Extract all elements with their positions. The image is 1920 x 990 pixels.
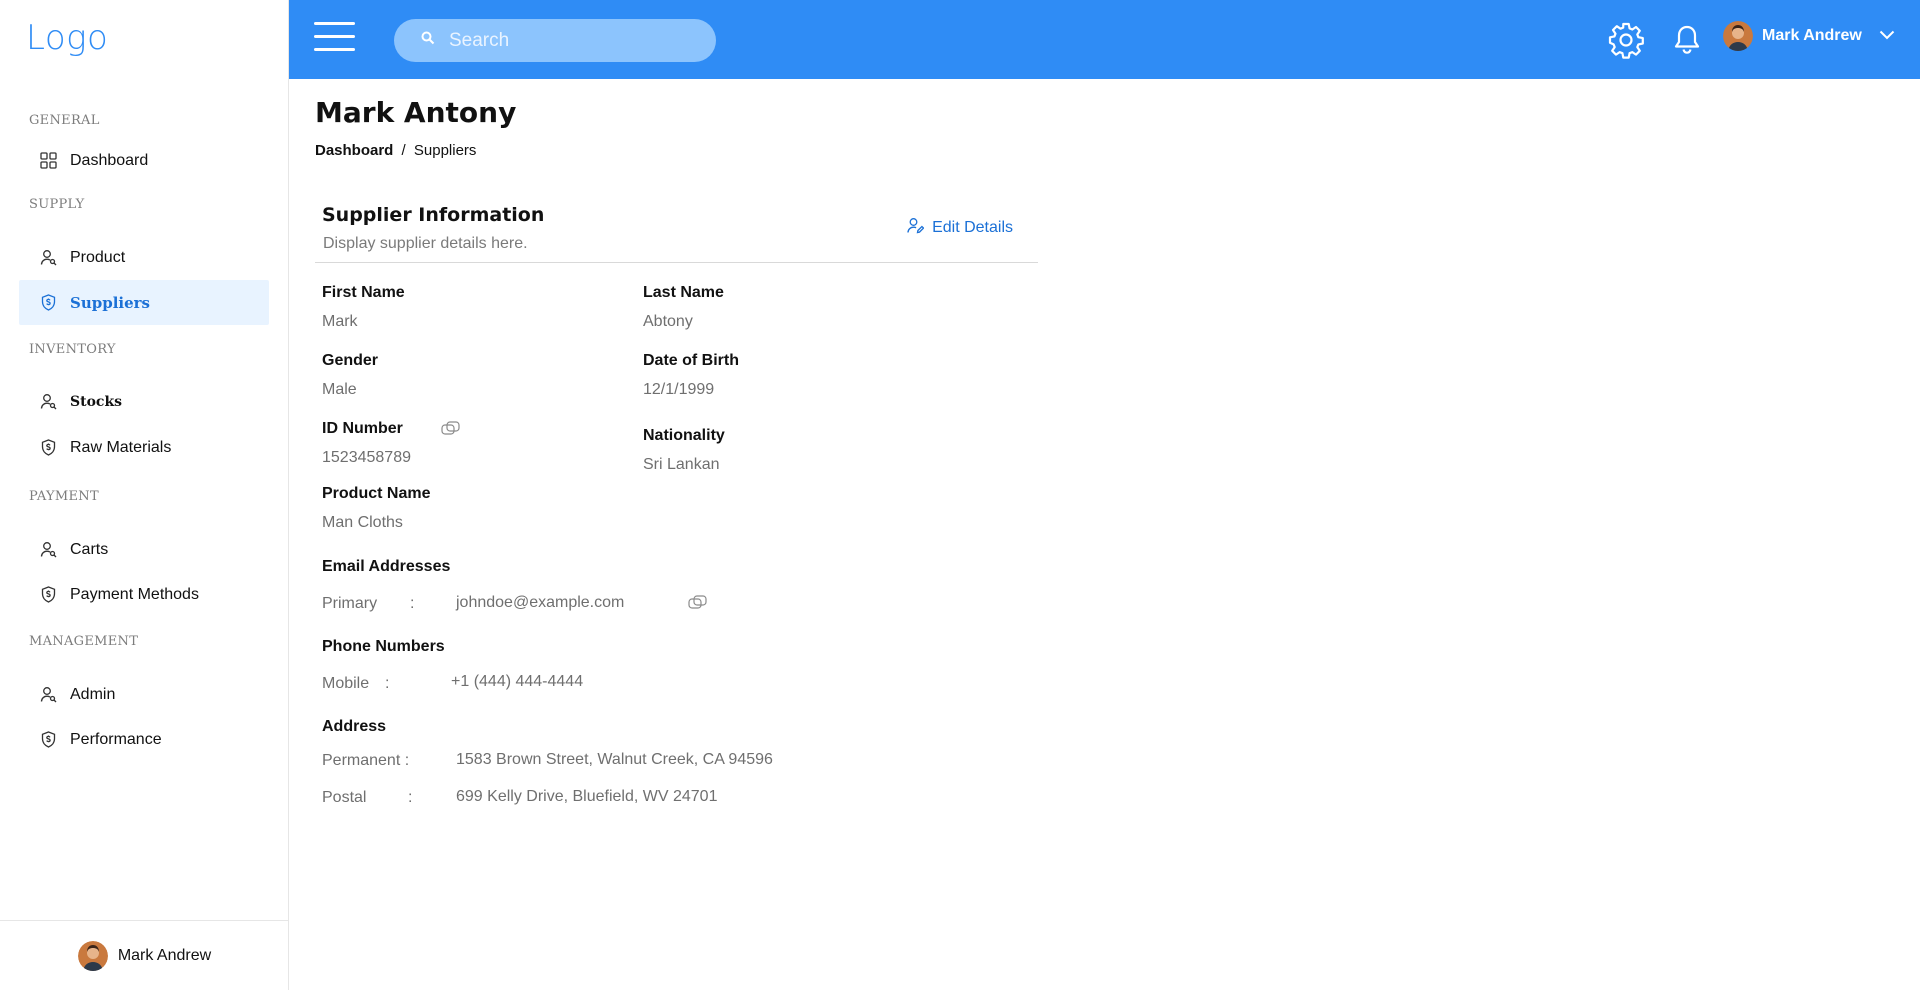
section-label-inventory: INVENTORY: [29, 342, 116, 357]
user-search-icon: [39, 249, 57, 267]
copy-icon: [688, 595, 707, 609]
section-label-management: MANAGEMENT: [29, 634, 139, 649]
user-search-icon: [39, 686, 57, 704]
sidebar-item-label: Product: [70, 248, 126, 266]
last-name-value: Abtony: [643, 313, 693, 330]
sidebar-item-label: Carts: [70, 540, 109, 558]
sidebar-item-label: Suppliers: [70, 293, 151, 312]
last-name-label: Last Name: [643, 284, 724, 301]
user-search-icon: [39, 541, 57, 559]
phone-mobile-label: Mobile: [322, 675, 370, 692]
user-search-icon: [39, 393, 57, 411]
hamburger-line: [314, 48, 355, 51]
product-name-value: Man Cloths: [322, 514, 403, 531]
sidebar-item-suppliers[interactable]: Suppliers: [19, 280, 269, 325]
user-menu[interactable]: Mark Andrew: [1723, 21, 1895, 51]
sidebar-item-dashboard[interactable]: Dashboard: [19, 138, 269, 183]
address-postal-label: Postal: [322, 789, 367, 806]
sidebar-footer-name: Mark Andrew: [117, 946, 212, 964]
gender-label: Gender: [322, 352, 379, 369]
email-colon: :: [410, 595, 415, 612]
section-label-supply: SUPPLY: [29, 197, 85, 212]
copy-icon: [441, 421, 460, 435]
search-icon: [421, 31, 435, 50]
section-label-general: GENERAL: [29, 113, 100, 128]
address-permanent-value: 1583 Brown Street, Walnut Creek, CA 9459…: [456, 751, 773, 768]
shield-dollar-icon: [39, 731, 57, 749]
breadcrumb: Dashboard / Suppliers: [315, 142, 476, 159]
sidebar-item-performance[interactable]: Performance: [19, 717, 269, 762]
logo[interactable]: Logo: [26, 18, 108, 58]
breadcrumb-separator: /: [401, 142, 406, 159]
sidebar-item-label: Stocks: [70, 393, 123, 410]
email-section-label: Email Addresses: [322, 558, 451, 575]
section-label-payment: PAYMENT: [29, 489, 99, 504]
user-edit-icon: [907, 217, 925, 239]
sidebar-item-label: Performance: [70, 730, 162, 748]
gear-icon[interactable]: [1607, 21, 1645, 64]
address-permanent-label: Permanent :: [322, 752, 410, 769]
shield-dollar-icon: [39, 439, 57, 457]
chevron-down-icon: [1879, 27, 1895, 45]
sidebar-item-raw-materials[interactable]: Raw Materials: [19, 425, 269, 470]
id-number-label: ID Number: [322, 420, 403, 437]
avatar: [77, 940, 108, 971]
nationality-value: Sri Lankan: [643, 456, 720, 473]
sidebar-item-carts[interactable]: Carts: [19, 527, 269, 572]
phone-section-label: Phone Numbers: [322, 638, 445, 655]
nationality-label: Nationality: [643, 427, 725, 444]
topbar: Mark Andrew: [289, 0, 1920, 79]
sidebar-item-stocks[interactable]: Stocks: [19, 379, 269, 424]
email-primary-value: johndoe@example.com: [456, 594, 625, 611]
edit-details-label: Edit Details: [932, 219, 1013, 236]
shield-dollar-icon: [39, 294, 57, 312]
bell-icon[interactable]: [1673, 24, 1701, 61]
edit-details-button[interactable]: Edit Details: [907, 217, 1013, 239]
sidebar-footer-user[interactable]: Mark Andrew: [0, 920, 289, 990]
card-subtitle: Display supplier details here.: [323, 235, 528, 252]
dob-value: 12/1/1999: [643, 381, 715, 398]
search-bar: [394, 19, 716, 62]
supplier-card-header: Supplier Information Display supplier de…: [315, 200, 1038, 263]
id-number-value: 1523458789: [322, 449, 411, 466]
sidebar-item-label: Admin: [70, 685, 116, 703]
copy-email-button[interactable]: [688, 595, 707, 615]
sidebar-item-product[interactable]: Product: [19, 235, 269, 280]
sidebar: Logo GENERAL Dashboard SUPPLY Product Su…: [0, 0, 289, 990]
hamburger-line: [314, 22, 355, 25]
menu-toggle-button[interactable]: [314, 22, 355, 52]
search-input[interactable]: [449, 29, 689, 52]
sidebar-item-label: Raw Materials: [70, 438, 172, 456]
sidebar-item-payment-methods[interactable]: Payment Methods: [19, 572, 269, 617]
shield-dollar-icon: [39, 586, 57, 604]
product-name-label: Product Name: [322, 485, 431, 502]
address-colon: :: [408, 789, 413, 806]
phone-colon: :: [385, 675, 390, 692]
sidebar-item-label: Payment Methods: [70, 585, 199, 603]
gender-value: Male: [322, 381, 357, 398]
dob-label: Date of Birth: [643, 352, 739, 369]
user-menu-name: Mark Andrew: [1762, 27, 1862, 44]
first-name-label: First Name: [322, 284, 405, 301]
card-title: Supplier Information: [322, 204, 545, 226]
breadcrumb-current: Suppliers: [413, 142, 477, 159]
avatar: [1723, 21, 1753, 51]
sidebar-item-label: Dashboard: [70, 151, 149, 169]
hamburger-line: [314, 35, 355, 38]
breadcrumb-dashboard[interactable]: Dashboard: [315, 142, 393, 159]
first-name-value: Mark: [322, 313, 358, 330]
copy-id-button[interactable]: [441, 421, 460, 441]
address-postal-value: 699 Kelly Drive, Bluefield, WV 24701: [456, 788, 718, 805]
phone-mobile-value: +1 (444) 444-4444: [451, 673, 584, 690]
page-title: Mark Antony: [315, 96, 517, 129]
grid-icon: [39, 152, 57, 170]
sidebar-item-admin[interactable]: Admin: [19, 672, 269, 717]
address-section-label: Address: [322, 718, 387, 735]
email-primary-label: Primary: [322, 595, 378, 612]
